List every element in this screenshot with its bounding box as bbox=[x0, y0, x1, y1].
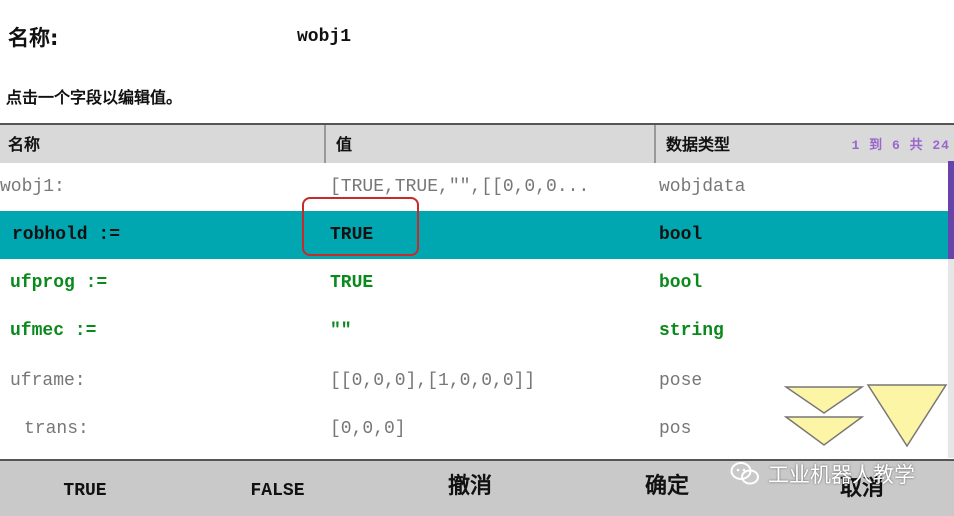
table-row[interactable]: wobj1: [TRUE,TRUE,"",[[0,0,0... wobjdata bbox=[0, 163, 948, 211]
row-value: [[0,0,0],[1,0,0,0]] bbox=[330, 371, 536, 391]
pager-text: 1 到 6 共 24 bbox=[851, 138, 950, 153]
table-row[interactable]: ufprog := TRUE bool bbox=[0, 259, 948, 307]
row-name: uframe: bbox=[10, 371, 86, 391]
row-name: trans: bbox=[24, 419, 89, 439]
row-type: wobjdata bbox=[659, 177, 746, 197]
watermark-text: 工业机器人教学 bbox=[768, 463, 915, 487]
instruction-text: 点击一个字段以编辑值。 bbox=[6, 88, 183, 107]
column-header-type[interactable]: 数据类型 1 到 6 共 24 bbox=[654, 125, 954, 163]
name-value: wobj1 bbox=[297, 27, 352, 47]
row-name: ufmec := bbox=[10, 321, 97, 341]
column-header-value[interactable]: 值 bbox=[324, 125, 652, 163]
row-name: ufprog := bbox=[10, 273, 108, 293]
watermark: 工业机器人教学 bbox=[730, 458, 915, 490]
table-row[interactable]: ufmec := "" string bbox=[0, 307, 948, 355]
row-value: "" bbox=[330, 321, 352, 341]
column-header-name[interactable]: 名称 bbox=[0, 125, 322, 163]
row-type: bool bbox=[659, 273, 703, 293]
row-type: pose bbox=[659, 371, 703, 391]
row-value: [0,0,0] bbox=[330, 419, 406, 439]
table-row-selected[interactable]: robhold := TRUE bool bbox=[0, 211, 948, 259]
name-label: 名称: bbox=[8, 26, 59, 50]
scrollbar[interactable] bbox=[948, 161, 954, 458]
chevron-down-icon[interactable] bbox=[866, 384, 948, 448]
false-button[interactable]: FALSE bbox=[220, 471, 335, 511]
scroll-arrows-graphic bbox=[783, 384, 948, 448]
row-name: robhold := bbox=[12, 225, 121, 245]
ok-button[interactable]: 确定 bbox=[617, 467, 717, 507]
column-header-type-label: 数据类型 bbox=[666, 135, 731, 154]
scroll-arrows bbox=[783, 383, 948, 449]
double-chevron-down-icon[interactable] bbox=[783, 386, 865, 446]
row-name: wobj1: bbox=[0, 177, 65, 197]
table-header: 名称 值 数据类型 1 到 6 共 24 bbox=[0, 125, 954, 163]
row-value: TRUE bbox=[330, 273, 374, 293]
scroll-thumb[interactable] bbox=[948, 161, 954, 259]
row-type: string bbox=[659, 321, 724, 341]
true-button[interactable]: TRUE bbox=[30, 471, 140, 511]
row-type: pos bbox=[659, 419, 692, 439]
value-highlight-box bbox=[302, 197, 419, 256]
undo-button[interactable]: 撤消 bbox=[420, 467, 520, 507]
row-type: bool bbox=[659, 225, 703, 245]
wechat-icon bbox=[730, 462, 759, 485]
